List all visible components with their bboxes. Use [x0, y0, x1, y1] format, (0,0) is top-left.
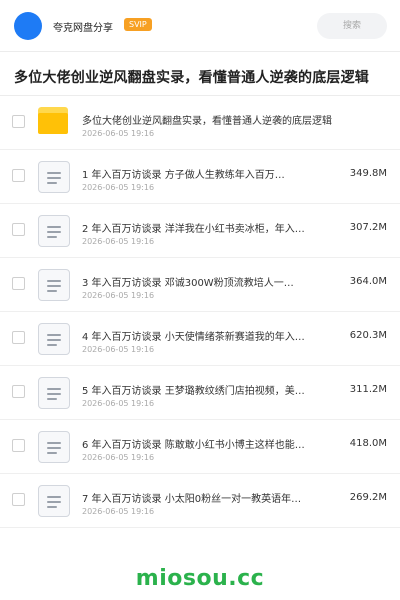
- select-checkbox[interactable]: [12, 385, 25, 398]
- document-icon: [38, 269, 70, 301]
- select-checkbox[interactable]: [12, 223, 25, 236]
- file-name[interactable]: 2 年入百万访谈录 洋洋我在小红书卖冰柜，年入…: [82, 220, 330, 235]
- select-checkbox[interactable]: [12, 439, 25, 452]
- share-header: 夸克网盘分享 SVIP: [0, 0, 400, 52]
- footer: miosou.cc: [0, 552, 400, 600]
- file-date: 2026-06-05 19:16: [82, 183, 155, 192]
- file-name[interactable]: 3 年入百万访谈录 邓诚300W粉顶流教培人一…: [82, 274, 330, 289]
- file-date: 2026-06-05 19:16: [82, 507, 155, 516]
- file-name[interactable]: 6 年入百万访谈录 陈敢敢小红书小博主这样也能…: [82, 436, 330, 451]
- select-checkbox[interactable]: [12, 277, 25, 290]
- document-icon: [38, 377, 70, 409]
- file-date: 2026-06-05 19:16: [82, 237, 155, 246]
- file-size: 620.3M: [349, 330, 387, 341]
- search-input[interactable]: [317, 13, 387, 39]
- select-checkbox[interactable]: [12, 331, 25, 344]
- file-name[interactable]: 5 年入百万访谈录 王梦璐教纹绣门店拍视频，美…: [82, 382, 330, 397]
- file-size: 311.2M: [349, 384, 387, 395]
- file-size: 269.2M: [349, 492, 387, 503]
- document-icon: [38, 431, 70, 463]
- file-row[interactable]: 1 年入百万访谈录 方子做人生教练年入百万… 2026-06-05 19:16 34…: [0, 150, 400, 204]
- file-date: 2026-06-05 19:16: [82, 453, 155, 462]
- select-checkbox[interactable]: [12, 115, 25, 128]
- file-name[interactable]: 1 年入百万访谈录 方子做人生教练年入百万…: [82, 166, 330, 181]
- file-row[interactable]: 2 年入百万访谈录 洋洋我在小红书卖冰柜，年入… 2026-06-05 19:16…: [0, 204, 400, 258]
- document-icon: [38, 161, 70, 193]
- file-date: 2026-06-05 19:16: [82, 291, 155, 300]
- file-size: 364.0M: [349, 276, 387, 287]
- document-icon: [38, 485, 70, 517]
- file-size: 349.8M: [349, 168, 387, 179]
- file-list: 多位大佬创业逆风翻盘实录，看懂普通人逆袭的底层逻辑 2026-06-05 19:1…: [0, 96, 400, 528]
- document-icon: [38, 323, 70, 355]
- file-date: 2026-06-05 19:16: [82, 399, 155, 408]
- select-checkbox[interactable]: [12, 169, 25, 182]
- site-watermark: miosou.cc: [135, 566, 265, 591]
- avatar[interactable]: [14, 12, 42, 40]
- share-owner-name: 夸克网盘分享: [53, 23, 113, 34]
- select-checkbox[interactable]: [12, 493, 25, 506]
- file-row[interactable]: 5 年入百万访谈录 王梦璐教纹绣门店拍视频，美… 2026-06-05 19:16…: [0, 366, 400, 420]
- file-date: 2026-06-05 19:16: [82, 345, 155, 354]
- file-size: 418.0M: [349, 438, 387, 449]
- file-row[interactable]: 多位大佬创业逆风翻盘实录，看懂普通人逆袭的底层逻辑 2026-06-05 19:1…: [0, 96, 400, 150]
- folder-icon: [38, 107, 70, 139]
- file-row[interactable]: 3 年入百万访谈录 邓诚300W粉顶流教培人一… 2026-06-05 19:16…: [0, 258, 400, 312]
- document-icon: [38, 215, 70, 247]
- file-row[interactable]: 6 年入百万访谈录 陈敢敢小红书小博主这样也能… 2026-06-05 19:16…: [0, 420, 400, 474]
- file-row[interactable]: 4 年入百万访谈录 小天使情绪茶新赛道我的年入… 2026-06-05 19:16…: [0, 312, 400, 366]
- file-name[interactable]: 多位大佬创业逆风翻盘实录，看懂普通人逆袭的底层逻辑: [82, 112, 382, 127]
- file-name[interactable]: 7 年入百万访谈录 小太阳0粉丝一对一教英语年…: [82, 490, 330, 505]
- file-row[interactable]: 7 年入百万访谈录 小太阳0粉丝一对一教英语年… 2026-06-05 19:16…: [0, 474, 400, 528]
- file-date: 2026-06-05 19:16: [82, 129, 155, 138]
- file-name[interactable]: 4 年入百万访谈录 小天使情绪茶新赛道我的年入…: [82, 328, 330, 343]
- page-title: 多位大佬创业逆风翻盘实录，看懂普通人逆袭的底层逻辑: [14, 70, 369, 86]
- file-size: 307.2M: [349, 222, 387, 233]
- svip-badge: SVIP: [124, 18, 152, 31]
